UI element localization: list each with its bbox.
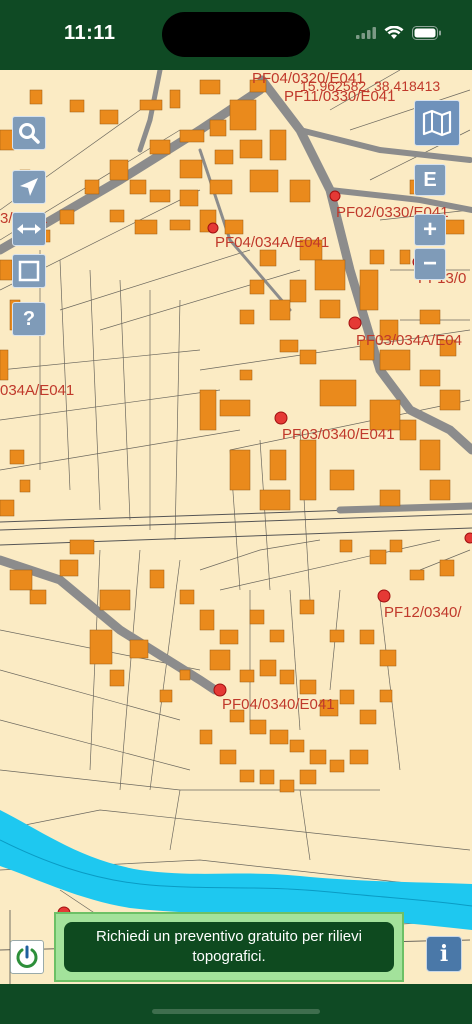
- status-bar: 11:11: [0, 0, 472, 70]
- navigation-arrow-icon: [20, 178, 38, 196]
- power-logo-icon: [16, 945, 38, 968]
- wifi-icon: [384, 26, 404, 39]
- search-icon: [19, 123, 40, 144]
- parcel-label: PF12/0340/: [384, 604, 462, 621]
- parcel-label: PF03/0340/E041: [282, 426, 395, 443]
- home-indicator[interactable]: [152, 1009, 320, 1014]
- search-button[interactable]: [12, 116, 46, 150]
- app-logo-button[interactable]: [10, 940, 44, 974]
- locate-button[interactable]: [12, 170, 46, 204]
- measure-distance-button[interactable]: [12, 212, 46, 246]
- help-button[interactable]: ?: [12, 302, 46, 336]
- parcel-label: PF04/0340/E041: [222, 696, 335, 713]
- status-icons: [356, 26, 442, 40]
- bottom-bar: [0, 984, 472, 1024]
- battery-icon: [412, 26, 441, 40]
- info-button[interactable]: i: [426, 936, 462, 972]
- status-time: 11:11: [64, 22, 116, 44]
- parcel-label: PF03/034A/E04: [356, 332, 462, 349]
- coordinates-readout: 15.962582, 38.418413: [300, 78, 441, 94]
- horizontal-arrows-icon: [17, 224, 41, 234]
- layers-button[interactable]: [414, 100, 460, 146]
- measure-area-button[interactable]: [12, 254, 46, 288]
- zoom-in-button[interactable]: +: [414, 214, 446, 246]
- e-button[interactable]: E: [414, 164, 446, 196]
- parcel-label: 034A/E041: [0, 382, 75, 399]
- square-icon: [18, 260, 40, 282]
- zoom-out-button[interactable]: −: [414, 248, 446, 280]
- quote-request-button[interactable]: Richiedi un preventivo gratuito per rili…: [64, 922, 394, 972]
- promo-banner: Richiedi un preventivo gratuito per rili…: [54, 912, 404, 982]
- cellular-signal-icon: [356, 27, 376, 39]
- map-icon: [422, 109, 452, 137]
- cadastral-map[interactable]: PF04/0320/E041 PF11/0330/E041 15.962582,…: [0, 70, 472, 984]
- parcel-label: PF04/034A/E041: [215, 234, 330, 251]
- dynamic-island: [162, 12, 310, 57]
